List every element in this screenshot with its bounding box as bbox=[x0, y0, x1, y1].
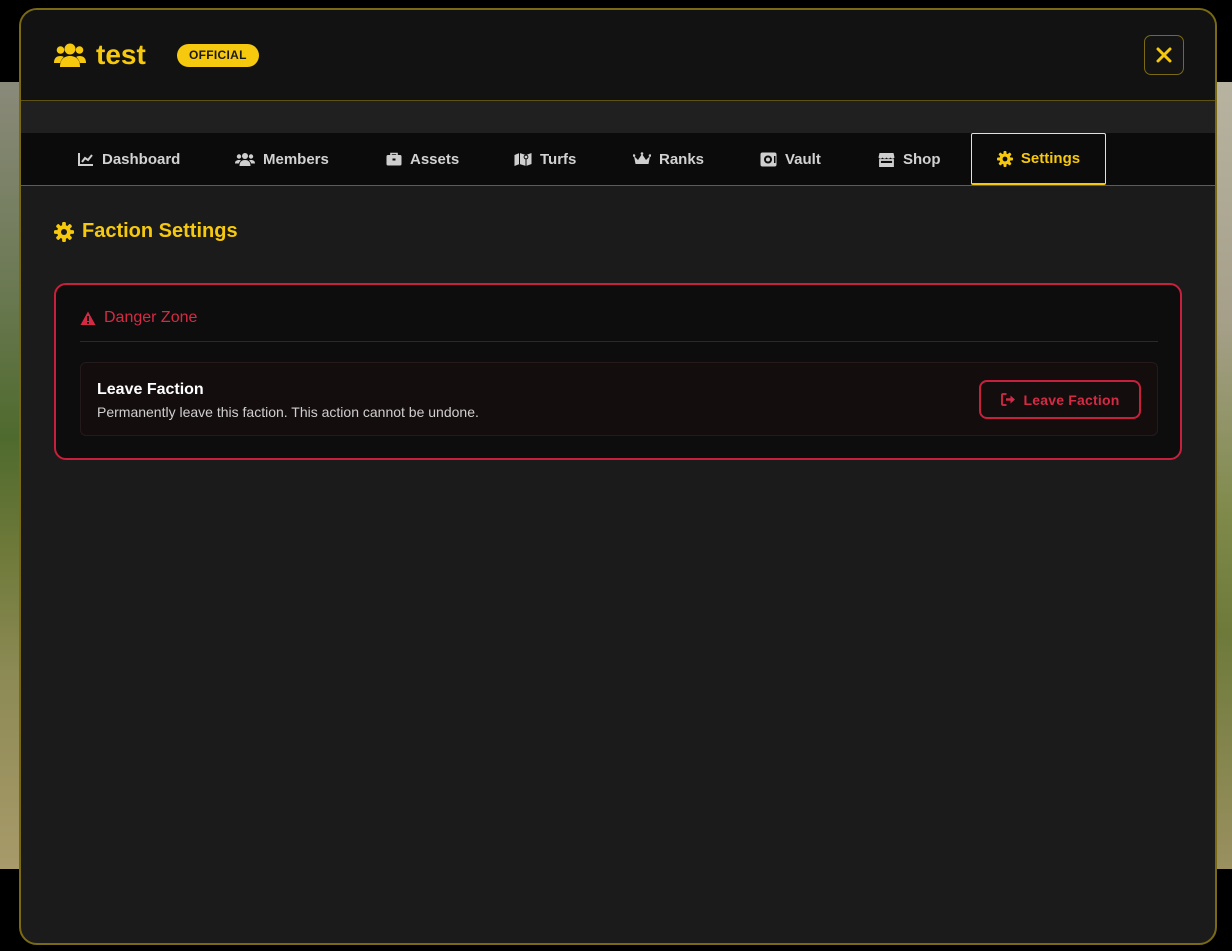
danger-zone-header: Danger Zone bbox=[80, 309, 197, 327]
modal-header: test OFFICIAL bbox=[21, 10, 1215, 101]
tab-label: Assets bbox=[410, 150, 460, 168]
tab-settings[interactable]: Settings bbox=[971, 133, 1106, 185]
chart-line-icon bbox=[78, 153, 93, 166]
tab-label: Settings bbox=[1020, 150, 1081, 167]
map-icon bbox=[514, 152, 532, 166]
close-button[interactable] bbox=[1144, 35, 1184, 75]
tab-shop[interactable]: Shop bbox=[878, 133, 941, 185]
danger-zone-card: Danger Zone Leave Faction Permanently le… bbox=[54, 283, 1182, 460]
leave-faction-button[interactable]: Leave Faction bbox=[979, 380, 1141, 419]
tab-label: Shop bbox=[903, 150, 941, 168]
tab-members[interactable]: Members bbox=[235, 133, 329, 185]
section-title-text: Faction Settings bbox=[82, 220, 238, 242]
users-icon bbox=[235, 153, 255, 166]
tab-bar: Dashboard Members Assets Turfs Ranks Vau… bbox=[21, 133, 1215, 186]
tab-dashboard[interactable]: Dashboard bbox=[78, 133, 180, 185]
leave-faction-row: Leave Faction Permanently leave this fac… bbox=[80, 362, 1158, 436]
warning-icon bbox=[80, 311, 96, 325]
official-badge: OFFICIAL bbox=[177, 44, 259, 67]
tab-assets[interactable]: Assets bbox=[386, 133, 459, 185]
tab-turfs[interactable]: Turfs bbox=[514, 133, 576, 185]
section-title: Faction Settings bbox=[54, 220, 238, 243]
tab-label: Members bbox=[263, 150, 329, 168]
tab-label: Turfs bbox=[540, 150, 577, 168]
vault-icon bbox=[760, 152, 777, 166]
header-spacer bbox=[21, 101, 1215, 133]
gear-icon bbox=[54, 221, 74, 242]
faction-modal: test OFFICIAL Dashboard Members Assets T… bbox=[19, 8, 1217, 945]
briefcase-icon bbox=[386, 152, 402, 166]
crown-icon bbox=[633, 152, 651, 164]
faction-name: test bbox=[96, 39, 146, 70]
tab-vault[interactable]: Vault bbox=[760, 133, 821, 185]
tab-label: Vault bbox=[785, 150, 821, 168]
leave-faction-button-label: Leave Faction bbox=[1023, 391, 1120, 408]
gear-icon bbox=[996, 150, 1013, 167]
leave-faction-title: Leave Faction bbox=[97, 381, 204, 398]
tab-label: Ranks bbox=[659, 150, 705, 168]
sign-out-icon bbox=[1000, 393, 1015, 406]
store-icon bbox=[878, 152, 895, 167]
divider bbox=[80, 341, 1158, 342]
tab-ranks[interactable]: Ranks bbox=[633, 133, 704, 185]
close-icon bbox=[1156, 47, 1172, 63]
tab-label: Dashboard bbox=[102, 150, 181, 168]
danger-zone-title: Danger Zone bbox=[104, 309, 198, 326]
leave-faction-description: Permanently leave this faction. This act… bbox=[97, 404, 479, 420]
users-icon bbox=[54, 41, 86, 69]
